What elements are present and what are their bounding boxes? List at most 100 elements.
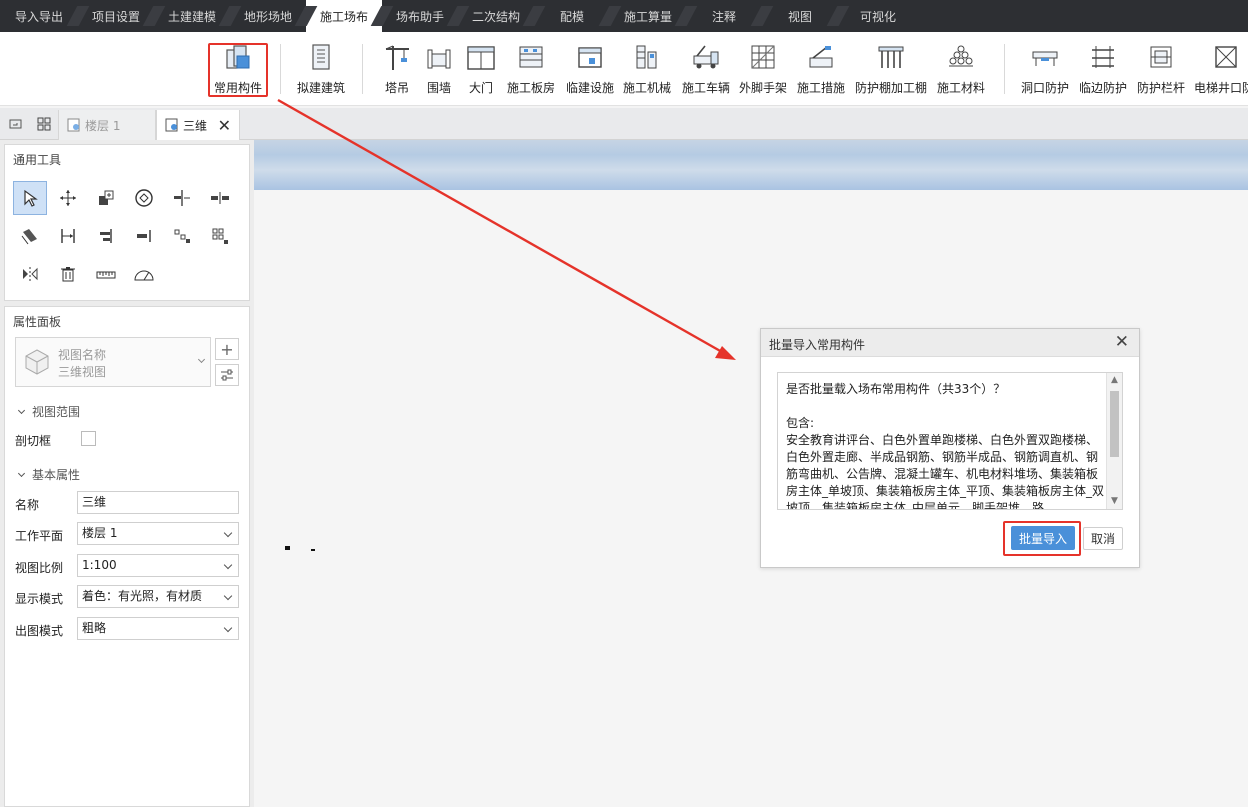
fence-wall-button[interactable]: 围墙 (424, 40, 454, 102)
ribbon-separator (280, 44, 281, 94)
board-house-button[interactable]: 施工板房 (506, 40, 556, 102)
work-plane-select[interactable]: 楼层 1 (77, 522, 239, 545)
rotate-tool[interactable] (127, 181, 161, 215)
construction-vehicle-button[interactable]: 施工车辆 (680, 40, 732, 102)
grid-view-icon[interactable] (36, 116, 52, 132)
move-tool[interactable] (51, 181, 85, 215)
construction-machinery-button[interactable]: 施工机械 (622, 40, 672, 102)
tab-construction-quantity[interactable]: 施工算量 (610, 0, 686, 32)
close-icon[interactable]: ✕ (1115, 332, 1129, 352)
app-window: 导入导出 项目设置 土建建模 地形场地 施工场布 场布助手 二次结构 配模 施工… (0, 0, 1248, 807)
elevator-shaft-protection-button[interactable]: 电梯井口防 (1194, 40, 1248, 102)
display-mode-select[interactable]: 着色：有光照，有材质 (77, 585, 239, 608)
clip-box-checkbox[interactable] (81, 431, 96, 446)
tab-project-settings[interactable]: 项目设置 (78, 0, 154, 32)
mirror-icon (23, 267, 38, 281)
array-icon (174, 229, 190, 243)
view-tab-floor[interactable]: 楼层 1 (58, 110, 156, 140)
view-type-selector[interactable]: 视图名称 三维视图 (15, 337, 211, 387)
ribbon-label: 防护棚加工棚 (854, 81, 927, 95)
opening-protection-button[interactable]: 洞口防护 (1020, 40, 1070, 102)
delete-tool[interactable] (51, 257, 85, 291)
section-basic-properties[interactable]: 基本属性 (17, 466, 80, 483)
restore-window-icon[interactable] (8, 116, 24, 132)
construction-material-button[interactable]: 施工材料 (936, 40, 986, 102)
dialog-question: 是否批量载入场布常用构件（共33个）？ (786, 382, 1006, 396)
view-tab-3d[interactable]: 三维 ✕ (156, 110, 240, 140)
view-name-label: 视图名称 (58, 348, 107, 362)
cancel-button[interactable]: 取消 (1083, 527, 1123, 550)
tab-formwork[interactable]: 配模 (534, 0, 610, 32)
angle-measure-tool[interactable] (127, 257, 161, 291)
extend-tool[interactable] (51, 219, 85, 253)
tab-secondary-structure[interactable]: 二次结构 (458, 0, 534, 32)
add-view-button[interactable]: + (215, 338, 239, 360)
section-view-range[interactable]: 视图范围 (17, 403, 80, 420)
grid-array-tool[interactable] (203, 219, 237, 253)
construction-measure-button[interactable]: 施工措施 (796, 40, 846, 102)
dialog-header: 批量导入常用构件 ✕ (761, 329, 1139, 357)
ribbon-label: 塔吊 (384, 81, 409, 95)
scaffold-icon (747, 40, 779, 74)
ribbon-label: 拟建建筑 (296, 81, 345, 95)
offset-tool[interactable] (13, 219, 47, 253)
ribbon-label: 施工车辆 (681, 81, 730, 95)
chevron-down-icon (17, 406, 26, 415)
copy-tool[interactable] (89, 181, 123, 215)
protection-shed-button[interactable]: 防护棚加工棚 (854, 40, 928, 102)
scroll-up-icon[interactable]: ▲ (1110, 376, 1119, 385)
align-tool[interactable] (89, 219, 123, 253)
dialog-contents: 安全教育讲评台、白色外置单跑楼梯、白色外置双跑楼梯、白色外置走廊、半成品钢筋、钢… (786, 433, 1105, 510)
array-tool[interactable] (165, 219, 199, 253)
join-icon (137, 230, 151, 242)
panel-title: 属性面板 (13, 315, 62, 329)
tab-terrain-site[interactable]: 地形场地 (230, 0, 306, 32)
proposed-building-button[interactable]: 拟建建筑 (294, 40, 348, 102)
edge-protection-button[interactable]: 临边防护 (1078, 40, 1128, 102)
dialog-message-box[interactable]: 是否批量载入场布常用构件（共33个）？ 包含: 安全教育讲评台、白色外置单跑楼梯… (777, 372, 1123, 510)
view-scale-select[interactable]: 1:100 (77, 554, 239, 577)
trim-tool[interactable] (165, 181, 199, 215)
chevron-down-icon (197, 355, 206, 364)
split-tool[interactable] (203, 181, 237, 215)
tower-crane-button[interactable]: 塔吊 (380, 40, 414, 102)
name-field[interactable]: 三维 (77, 491, 239, 514)
temporary-facility-button[interactable]: 临建设施 (564, 40, 616, 102)
ribbon-label: 防护栏杆 (1136, 81, 1185, 95)
join-tool[interactable] (127, 219, 161, 253)
scroll-down-icon[interactable]: ▼ (1110, 497, 1119, 506)
tab-label: 地形场地 (244, 9, 293, 24)
gate-button[interactable]: 大门 (464, 40, 498, 102)
highlight-common-component (208, 43, 268, 97)
tab-label: 施工场布 (320, 9, 369, 24)
tab-import-export[interactable]: 导入导出 (0, 0, 78, 32)
measure-tool[interactable] (89, 257, 123, 291)
tab-annotation[interactable]: 注释 (686, 0, 762, 32)
prop-label-work-plane: 工作平面 (15, 529, 64, 543)
ribbon-toolbar: 常用构件 拟建建筑 塔吊 围墙 大门 施工板房 临建设施 施工机械 施工车辆 外… (0, 32, 1248, 106)
tab-layout-assistant[interactable]: 场布助手 (382, 0, 458, 32)
sky-background (254, 140, 1248, 190)
scrollbar-thumb[interactable] (1110, 391, 1119, 457)
scaffold-button[interactable]: 外脚手架 (738, 40, 788, 102)
chevron-down-icon (17, 469, 26, 478)
tab-civil-modeling[interactable]: 土建建模 (154, 0, 230, 32)
mirror-tool[interactable] (13, 257, 47, 291)
dialog-scrollbar[interactable]: ▲ ▼ (1106, 373, 1122, 509)
tab-view[interactable]: 视图 (762, 0, 838, 32)
close-icon[interactable]: ✕ (218, 116, 231, 135)
left-pane: 通用工具 属性面板 视图名称 三维视图 + 视图范围 剖切框 基本属性 名称 三… (0, 140, 254, 807)
3d-view-icon (165, 118, 179, 132)
prop-label-view-scale: 视图比例 (15, 561, 64, 575)
select-tool[interactable] (13, 181, 47, 215)
output-mode-select[interactable]: 粗略 (77, 617, 239, 640)
guardrail-button[interactable]: 防护栏杆 (1136, 40, 1186, 102)
tab-visualization[interactable]: 可视化 (838, 0, 918, 32)
view-name-value: 三维视图 (58, 365, 107, 379)
tab-site-layout[interactable]: 施工场布 (306, 0, 382, 32)
tab-label: 配模 (559, 9, 584, 24)
main-tab-bar: 导入导出 项目设置 土建建模 地形场地 施工场布 场布助手 二次结构 配模 施工… (0, 0, 1248, 32)
view-tab-label: 三维 (183, 118, 208, 133)
view-settings-button[interactable] (215, 364, 239, 386)
ribbon-label: 施工材料 (936, 81, 985, 95)
